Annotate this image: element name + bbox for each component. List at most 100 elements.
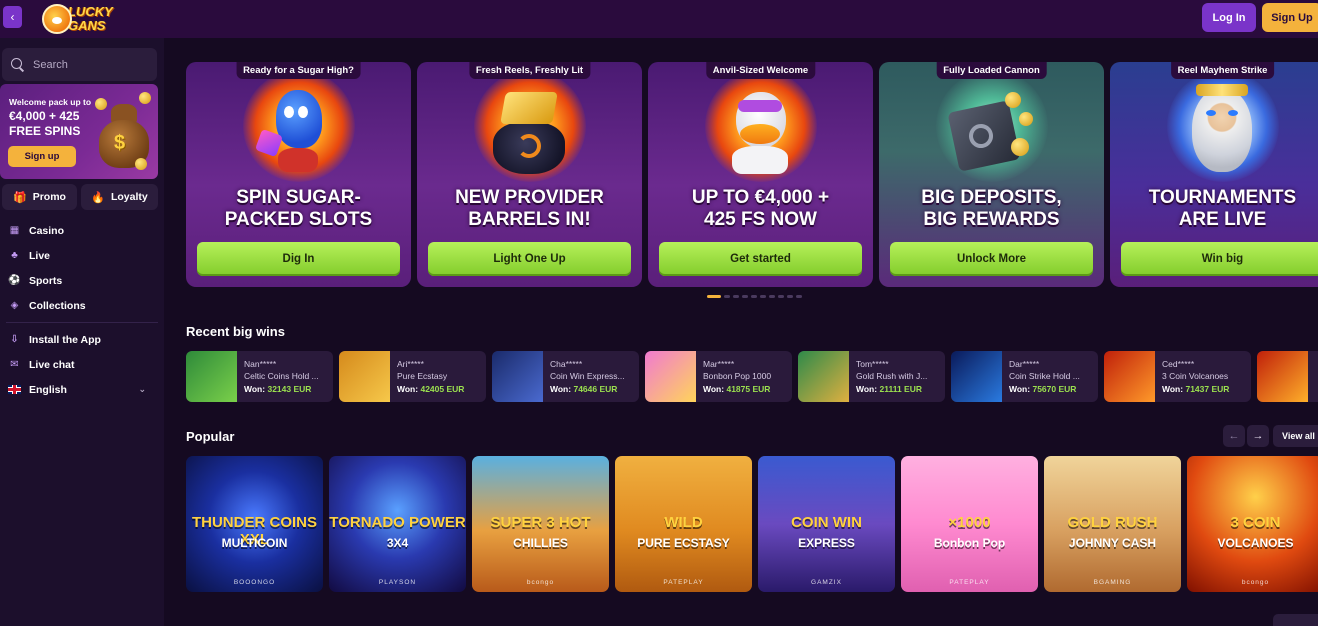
- recent-win-card[interactable]: [1257, 351, 1318, 402]
- divider: [6, 322, 158, 323]
- carousel-dot[interactable]: [724, 295, 730, 298]
- game-subtitle: VOLCANOES: [1217, 536, 1294, 550]
- game-tile[interactable]: THUNDER COINS XXL MULTICOIN BOOONGO: [186, 456, 323, 592]
- banner-cta-button[interactable]: Light One Up: [428, 242, 631, 276]
- banner-tag: Anvil-Sized Welcome: [705, 62, 816, 79]
- provider-name: bcongo: [1241, 579, 1270, 586]
- recent-win-card[interactable]: Ari***** Pure Ecstasy Won: 42405 EUR: [339, 351, 486, 402]
- sidebar-item-live-chat[interactable]: ✉ Live chat: [0, 352, 164, 377]
- game-title: 3 COIN: [1230, 514, 1281, 531]
- won-label: Won:: [856, 384, 878, 394]
- sidebar-item-install-app[interactable]: ⇩ Install the App: [0, 327, 164, 352]
- game-tile[interactable]: COIN WIN EXPRESS GAMZIX: [758, 456, 895, 592]
- game-thumbnail: [798, 351, 849, 402]
- banner-headline-line1: NEW PROVIDER: [455, 187, 604, 208]
- promo-banner[interactable]: Ready for a Sugar High? SPIN SUGAR- PACKED…: [186, 62, 411, 287]
- won-label: Won:: [244, 384, 266, 394]
- provider-name: BGAMING: [1093, 579, 1132, 586]
- popular-games-row: THUNDER COINS XXL MULTICOIN BOOONGO TORNADO…: [186, 456, 1318, 592]
- carousel-dot[interactable]: [778, 295, 784, 298]
- banner-mascot-image: [1172, 82, 1272, 177]
- game-subtitle: Bonbon Pop: [933, 536, 1006, 550]
- search-input[interactable]: [33, 58, 143, 71]
- signup-button[interactable]: Sign Up: [1262, 3, 1318, 32]
- game-thumbnail: [1257, 351, 1308, 402]
- carousel-dot[interactable]: [751, 295, 757, 298]
- promo-banner[interactable]: Anvil-Sized Welcome UP TO €4,000 +425 FS …: [648, 62, 873, 287]
- carousel-dot[interactable]: [787, 295, 793, 298]
- recent-win-card[interactable]: Dar***** Coin Strike Hold ... Won: 75670 E…: [951, 351, 1098, 402]
- recent-win-card[interactable]: Cha***** Coin Win Express... Won: 74646 EU…: [492, 351, 639, 402]
- sidebar-item-collections[interactable]: ◈ Collections: [0, 293, 164, 318]
- carousel-dot[interactable]: [796, 295, 802, 298]
- game-tile[interactable]: GOLD RUSH JOHNNY CASH BGAMING: [1044, 456, 1181, 592]
- search-box[interactable]: [2, 48, 157, 81]
- sidebar-item-live[interactable]: ♣ Live: [0, 243, 164, 268]
- recent-win-card[interactable]: Tom***** Gold Rush with J... Won: 21111 EU…: [798, 351, 945, 402]
- game-subtitle: 3X4: [386, 536, 409, 550]
- won-label: Won:: [1162, 384, 1184, 394]
- next-section-button[interactable]: [1273, 614, 1318, 626]
- recent-win-card[interactable]: Ced***** 3 Coin Volcanoes Won: 71437 EUR: [1104, 351, 1251, 402]
- winner-name: Cha*****: [550, 359, 583, 369]
- arrow-right-icon[interactable]: →: [1247, 425, 1269, 447]
- game-thumbnail: [645, 351, 696, 402]
- login-button[interactable]: Log In: [1202, 3, 1256, 32]
- game-title: TORNADO POWER: [329, 514, 466, 531]
- banner-cta-button[interactable]: Unlock More: [890, 242, 1093, 276]
- logo[interactable]: LUCKY GANS: [42, 2, 124, 36]
- moneybag-icon: $: [95, 92, 153, 174]
- banner-cta-button[interactable]: Get started: [659, 242, 862, 276]
- carousel-dot[interactable]: [733, 295, 739, 298]
- top-bar: ‹ LUCKY GANS Log In Sign Up: [0, 0, 1318, 38]
- promo-text-line2: €4,000 + 425: [9, 109, 80, 123]
- recent-wins-list: Nan***** Celtic Coins Hold ... Won: 32143 …: [186, 351, 1318, 402]
- loyalty-label: Loyalty: [110, 191, 148, 203]
- banner-headline: BIG DEPOSITS, BIG REWARDS: [879, 187, 1104, 231]
- banner-headline: TOURNAMENTS ARE LIVE: [1110, 187, 1318, 231]
- carousel-dot[interactable]: [742, 295, 748, 298]
- language-select[interactable]: English ⌄: [0, 377, 164, 402]
- provider-name: bcongo: [526, 579, 555, 586]
- promo-banner[interactable]: Reel Mayhem Strike TOURNAMENTS ARE LIVE Win…: [1110, 62, 1318, 287]
- sidebar-item-sports[interactable]: ⚽ Sports: [0, 268, 164, 293]
- banner-cta-button[interactable]: Win big: [1121, 242, 1318, 276]
- winner-name: Mar*****: [703, 359, 735, 369]
- provider-name: BOOONGO: [233, 579, 276, 586]
- carousel-dot[interactable]: [760, 295, 766, 298]
- won-label: Won:: [1009, 384, 1031, 394]
- arrow-left-icon[interactable]: ←: [1223, 425, 1245, 447]
- game-tile[interactable]: WILD PURE ECSTASY PATEPLAY: [615, 456, 752, 592]
- promo-button[interactable]: 🎁 Promo: [2, 184, 77, 210]
- carousel-dot[interactable]: [707, 295, 721, 298]
- game-tile[interactable]: TORNADO POWER 3X4 PLAYSON: [329, 456, 466, 592]
- winner-name: Nan*****: [244, 359, 277, 369]
- banner-cta-button[interactable]: Dig In: [197, 242, 400, 276]
- recent-win-card[interactable]: Nan***** Celtic Coins Hold ... Won: 32143 …: [186, 351, 333, 402]
- banner-headline-line1: UP TO €4,000 +: [691, 187, 830, 208]
- chevron-left-icon[interactable]: ‹: [3, 6, 22, 28]
- promo-banner[interactable]: Fresh Reels, Freshly Lit NEW PROVIDER BARR…: [417, 62, 642, 287]
- banner-tag: Fresh Reels, Freshly Lit: [468, 62, 591, 79]
- banner-headline-line2: BIG REWARDS: [923, 209, 1060, 230]
- view-all-button[interactable]: View all: [1273, 425, 1318, 447]
- game-tile[interactable]: SUPER 3 HOT CHILLIES bcongo: [472, 456, 609, 592]
- carousel-dot[interactable]: [769, 295, 775, 298]
- game-subtitle: PURE ECSTASY: [637, 536, 730, 550]
- promo-banner[interactable]: Fully Loaded Cannon BIG DEPOSITS, BIG REWA…: [879, 62, 1104, 287]
- banner-headline-line2: 425 FS NOW: [704, 209, 817, 230]
- win-amount: Won: 21111 EUR: [856, 384, 922, 394]
- promo-signup-button[interactable]: Sign up: [8, 146, 76, 167]
- welcome-promo-card[interactable]: Welcome pack up to €4,000 + 425 FREE SPI…: [0, 84, 158, 179]
- game-tile[interactable]: ×1000 Bonbon Pop PATEPLAY: [901, 456, 1038, 592]
- banner-mascot-image: [479, 82, 579, 177]
- recent-win-card[interactable]: Mar***** Bonbon Pop 1000 Won: 41875 EUR: [645, 351, 792, 402]
- banner-headline-line1: SPIN SUGAR-: [236, 187, 361, 208]
- game-subtitle: EXPRESS: [798, 536, 855, 550]
- loyalty-button[interactable]: 🔥 Loyalty: [81, 184, 158, 210]
- banner-tag: Fully Loaded Cannon: [936, 62, 1047, 79]
- game-tile[interactable]: 3 COIN VOLCANOES bcongo: [1187, 456, 1318, 592]
- won-value: 75670 EUR: [1032, 384, 1077, 394]
- banner-mascot-image: [248, 82, 348, 177]
- sidebar-item-casino[interactable]: ▦ Casino: [0, 218, 164, 243]
